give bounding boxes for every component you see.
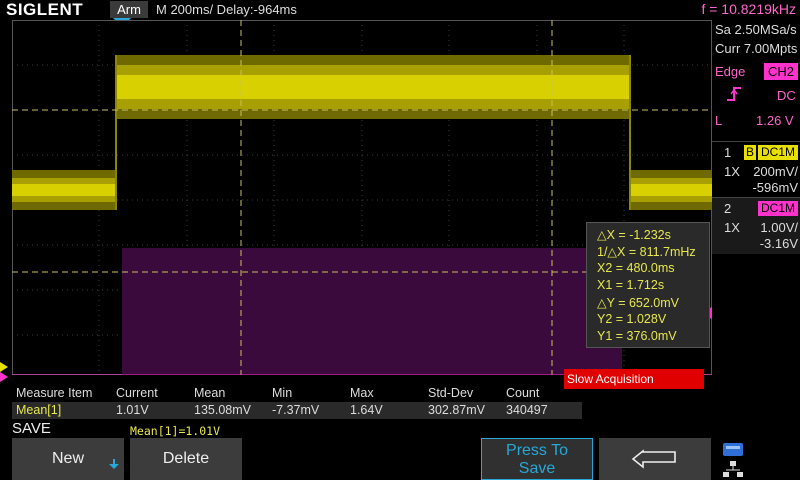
measure-row-max: 1.64V	[350, 403, 383, 417]
channel2-number: 2	[724, 201, 732, 216]
channel2-panel[interactable]: 2 DC1M 1X 1.00V/ -3.16V	[712, 197, 800, 254]
measure-header-min: Min	[272, 386, 293, 400]
channel2-probe: 1X	[724, 220, 740, 235]
back-button[interactable]	[599, 438, 711, 480]
channel1-offset: -596mV	[752, 180, 798, 195]
measure-header-stddev: Std-Dev	[428, 386, 474, 400]
memory-depth: Curr 7.00Mpts	[715, 41, 798, 56]
channel-markers[interactable]	[0, 362, 12, 384]
sample-rate: Sa 2.50MSa/s	[715, 22, 797, 37]
channel1-scale: 200mV/	[753, 164, 798, 179]
channel1-number: 1	[724, 145, 732, 160]
rising-edge-icon	[727, 87, 741, 101]
delete-button[interactable]: Delete	[130, 438, 242, 480]
press-to-save-button[interactable]: Press To Save	[481, 438, 593, 480]
delete-button-label: Delete	[162, 450, 210, 467]
frequency-counter: f = 10.8219kHz	[701, 1, 796, 17]
new-button-label: New	[51, 450, 84, 467]
trigger-type: Edge	[715, 64, 746, 79]
arrow-down-icon	[109, 459, 119, 469]
measure-header-count: Count	[506, 386, 540, 400]
press-to-save-line1: Press To	[506, 442, 568, 459]
press-to-save-line2: Save	[518, 460, 556, 477]
measure-header-item: Measure Item	[16, 386, 93, 400]
measure-row-current: 1.01V	[116, 403, 149, 417]
trigger-coupling: DC	[777, 88, 796, 103]
measure-row-stddev: 302.87mV	[428, 403, 485, 417]
cursor-dx: △X = -1.232s	[597, 228, 671, 242]
cursor-x1: X1 = 1.712s	[597, 278, 665, 292]
cursor-y1: Y1 = 376.0mV	[597, 329, 677, 343]
measure-row-count: 340497	[506, 403, 548, 417]
measure-row-min: -7.37mV	[272, 403, 320, 417]
measure-row-item: Mean[1]	[16, 403, 62, 417]
channel1-bw-limit: B	[744, 145, 756, 160]
cursor-x2: X2 = 480.0ms	[597, 261, 675, 275]
new-button[interactable]: New	[12, 438, 124, 480]
menu-current-value: Mean[1]=1.01V	[130, 424, 221, 438]
channel1-panel[interactable]: 1 B DC1M 1X 200mV/ -596mV	[712, 141, 800, 196]
cursor-readout-panel: △X = -1.232s 1/△X = 811.7mHz X2 = 480.0m…	[586, 222, 710, 348]
trigger-source-badge: CH2	[764, 63, 798, 80]
channel2-scale: 1.00V/	[760, 220, 798, 235]
trigger-level-value: 1.26 V	[756, 113, 794, 128]
network-icon[interactable]	[722, 460, 744, 478]
brand-logo: SIGLENT	[6, 0, 84, 19]
cursor-y2: Y2 = 1.028V	[597, 312, 667, 326]
channel2-fill-region	[122, 248, 622, 375]
storage-icon[interactable]	[722, 440, 744, 458]
measure-row-mean: 135.08mV	[194, 403, 251, 417]
menu-title: SAVE	[12, 420, 51, 437]
channel1-probe: 1X	[724, 164, 740, 179]
cursor-dy: △Y = 652.0mV	[597, 296, 680, 310]
channel2-offset: -3.16V	[759, 236, 798, 251]
measure-table: Measure Item Current Mean Min Max Std-De…	[12, 384, 712, 420]
run-state-badge[interactable]: Arm	[110, 1, 148, 18]
channel1-coupling: DC1M	[758, 145, 798, 160]
trigger-level-label: L	[715, 113, 723, 128]
measure-header-mean: Mean	[194, 386, 226, 400]
measure-header-max: Max	[350, 386, 374, 400]
channel2-coupling: DC1M	[758, 201, 798, 216]
timebase-readout[interactable]: M 200ms/ Delay:-964ms	[156, 2, 297, 17]
measure-header-current: Current	[116, 386, 158, 400]
return-arrow-icon	[631, 449, 676, 469]
cursor-inv-dx: 1/△X = 811.7mHz	[597, 245, 696, 259]
trigger-panel[interactable]: Edge CH2 DC L 1.26 V	[712, 60, 800, 136]
